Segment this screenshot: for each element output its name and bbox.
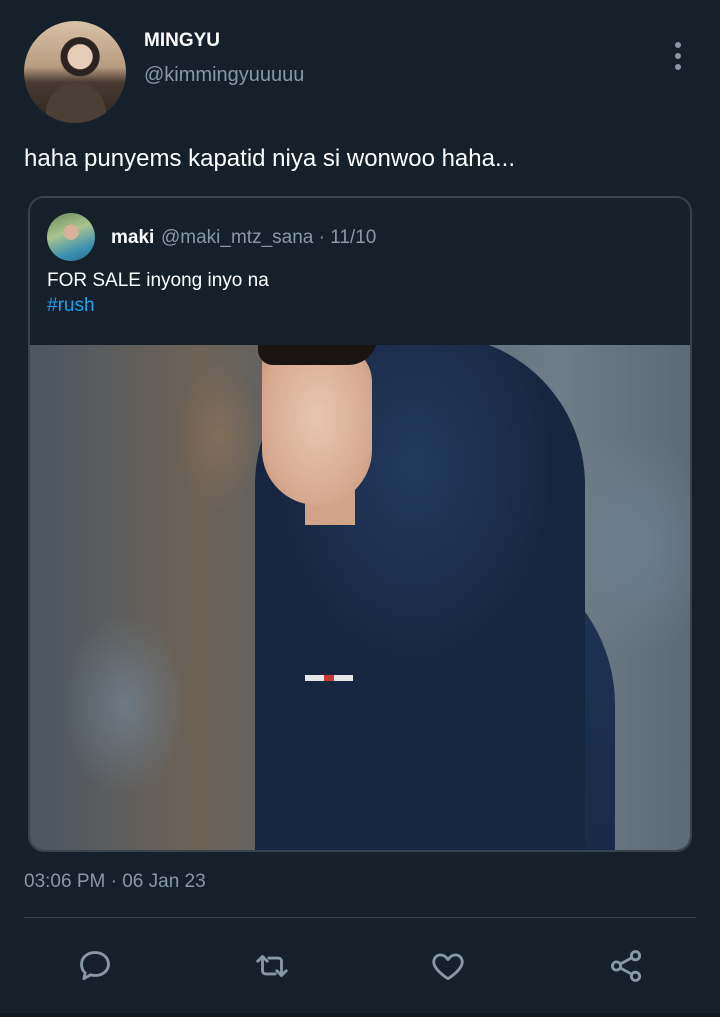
share-button[interactable] (606, 946, 646, 986)
quoted-tweet-photo[interactable] (30, 345, 690, 850)
dot (675, 64, 681, 70)
quoted-author-name: maki (111, 227, 155, 248)
photo-hair (258, 345, 378, 365)
author-avatar[interactable] (24, 21, 126, 123)
quoted-tweet-text: FOR SALE inyong inyo na (47, 270, 269, 291)
divider (24, 917, 696, 918)
dot (675, 42, 681, 48)
dot (675, 53, 681, 59)
quoted-author-meta: @maki_mtz_sana · 11/10 (161, 227, 377, 248)
retweet-button[interactable] (252, 946, 292, 986)
share-icon (610, 950, 642, 982)
quoted-author-avatar[interactable] (47, 213, 95, 261)
more-options-icon[interactable] (664, 40, 692, 72)
author-handle[interactable]: @kimmingyuuuuu (144, 64, 304, 87)
reply-icon (80, 951, 110, 981)
quoted-tweet-card[interactable]: maki @maki_mtz_sana · 11/10 FOR SALE iny… (28, 196, 692, 852)
tweet-actions-bar (0, 938, 720, 994)
photo-hoodie-logo (305, 675, 353, 681)
like-icon (432, 953, 464, 981)
tweet-text: haha punyems kapatid niya si wonwoo haha… (24, 145, 515, 172)
reply-button[interactable] (75, 946, 115, 986)
tweet-timestamp[interactable]: 03:06 PM · 06 Jan 23 (24, 871, 206, 893)
hashtag-link[interactable]: #rush (47, 295, 95, 317)
author-display-name[interactable]: MINGYU (144, 30, 220, 52)
retweet-icon (256, 955, 288, 977)
like-button[interactable] (428, 946, 468, 986)
photo-face (262, 345, 372, 505)
avatar-figure (46, 83, 106, 123)
bottom-edge (0, 1013, 720, 1017)
